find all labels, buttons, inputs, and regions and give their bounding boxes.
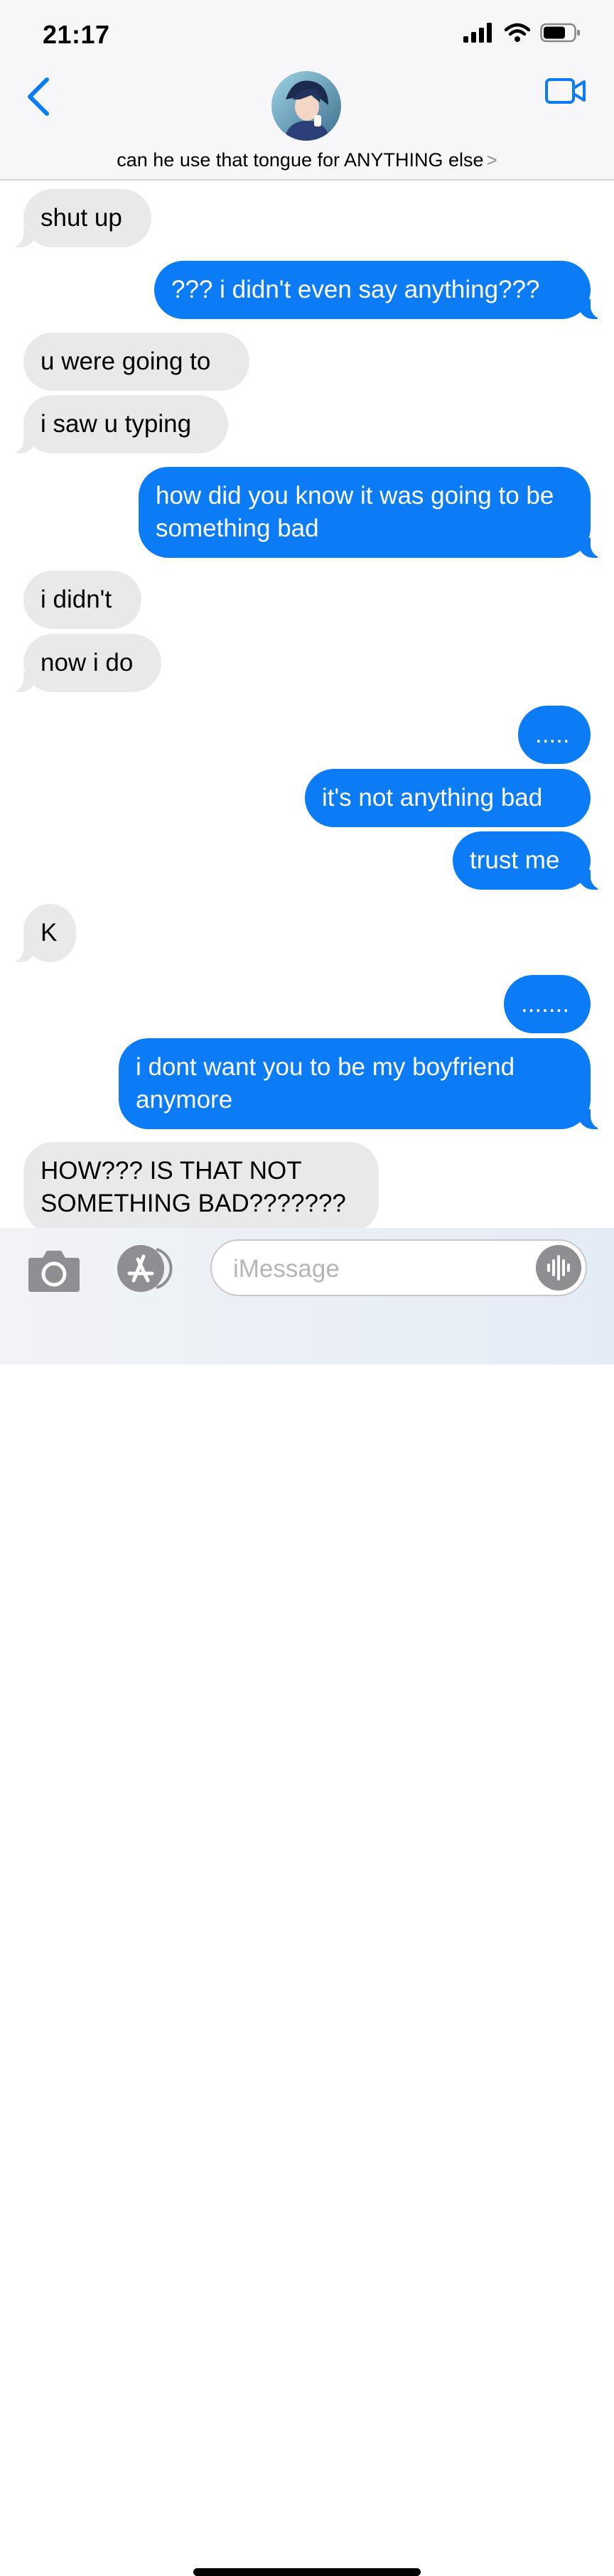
message-bubble-outgoing[interactable]: how did you know it was going to be some… [139,467,609,558]
battery-icon [540,23,581,46]
contact-avatar[interactable] [271,71,341,141]
back-chevron-icon[interactable] [24,75,53,118]
message-bubble-incoming[interactable]: i didn't [23,571,141,629]
message-composer: iMessage [0,1228,614,2576]
message-bubble-incoming[interactable]: shut up [5,189,151,247]
status-bar: 21:17 [0,0,614,68]
app-store-icon[interactable] [114,1244,178,1293]
message-bubble-outgoing[interactable]: i dont want you to be my boyfriend anymo… [119,1038,609,1129]
cellular-signal-icon [463,23,495,46]
video-call-icon[interactable] [544,75,587,107]
message-bubble-incoming[interactable]: i saw u typing [5,395,228,453]
wifi-icon [504,23,531,46]
message-bubble-outgoing[interactable]: it's not anything bad [305,769,591,827]
contact-name-label: can he use that tongue for ANYTHING else [117,149,484,171]
message-input-placeholder: iMessage [233,1255,340,1283]
message-bubble-incoming[interactable]: now i do [5,634,161,692]
message-bubble-outgoing[interactable]: ??? i didn't even say anything??? [154,261,609,319]
audio-waveform-icon[interactable] [536,1245,581,1290]
message-bubble-outgoing[interactable]: trust me [453,831,609,890]
status-icons [463,23,581,46]
home-indicator[interactable] [193,2568,421,2576]
chevron-right-icon: > [486,149,497,171]
status-time: 21:17 [43,20,110,49]
contact-name[interactable]: can he use that tongue for ANYTHING else… [0,149,614,171]
message-input[interactable]: iMessage [210,1239,587,1296]
camera-icon[interactable] [27,1248,81,1293]
message-bubble-incoming[interactable]: u were going to [23,333,249,391]
message-bubble-outgoing[interactable]: ....... [504,975,591,1033]
message-thread[interactable]: shut up ??? i didn't even say anything??… [0,180,614,1228]
message-bubble-incoming[interactable]: HOW??? IS THAT NOT SOMETHING BAD??????? [23,1142,379,1228]
message-bubble-incoming[interactable]: K [5,904,76,962]
message-bubble-outgoing[interactable]: ..... [518,706,591,764]
